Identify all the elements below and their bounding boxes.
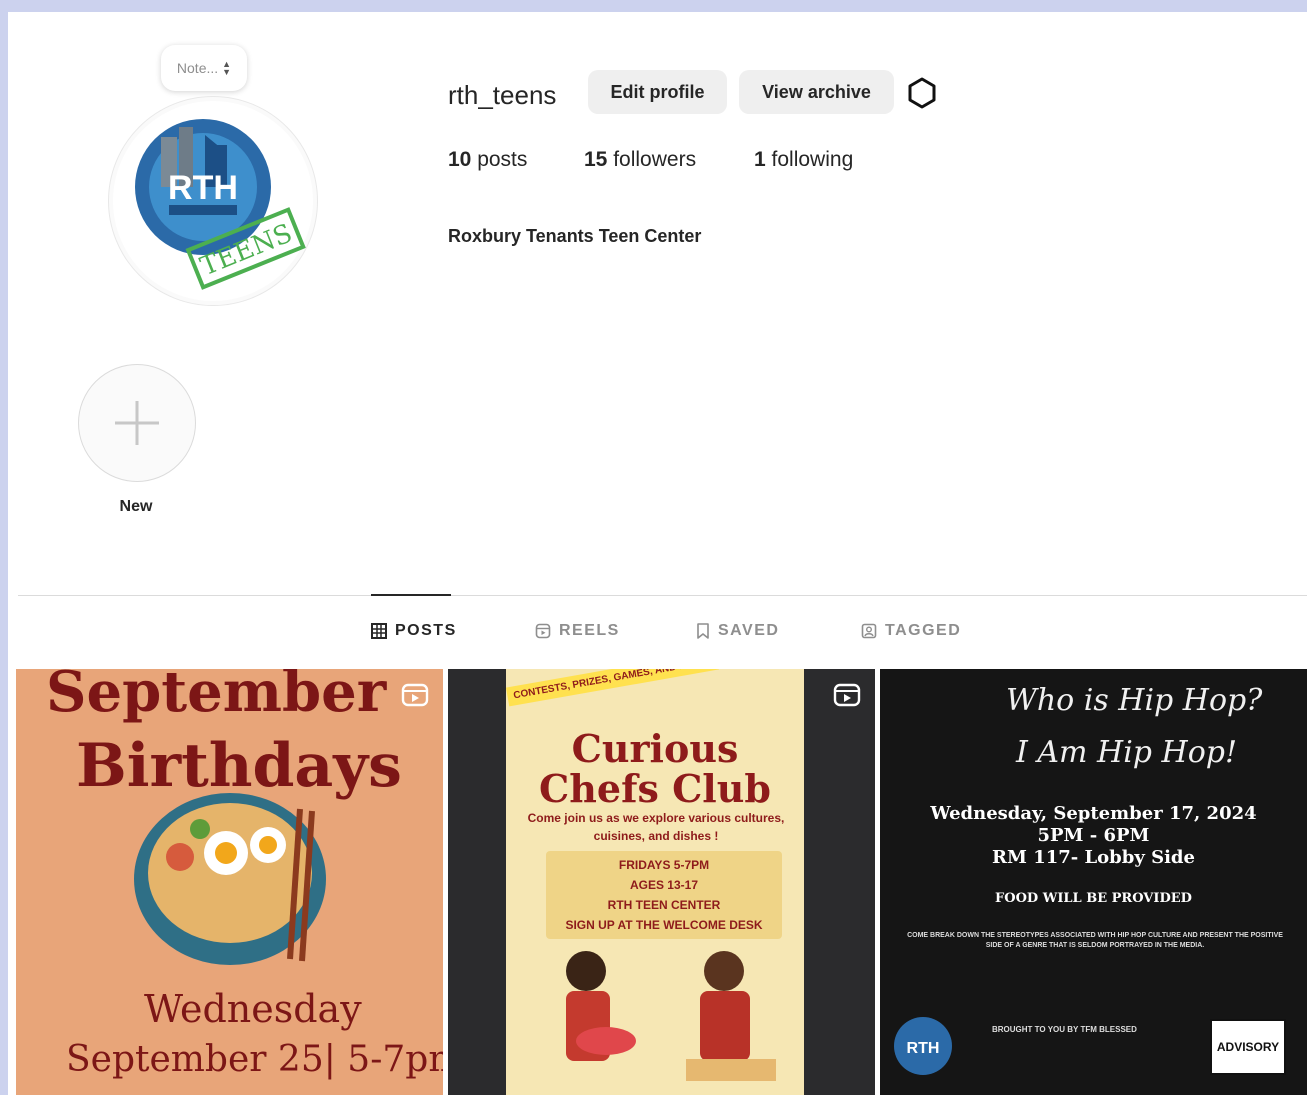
avatar-logo-text: RTH [168, 169, 238, 207]
post-hip-hop-event[interactable]: Who is Hip Hop? I Am Hip Hop! Wednesday,… [880, 669, 1307, 1095]
rth-logo-icon: RTH TEENS [135, 119, 306, 290]
note-bubble[interactable]: Note... ▲ ▼ [161, 45, 247, 91]
following-stat[interactable]: 1 following [754, 148, 853, 172]
following-label: following [771, 148, 854, 171]
plus-icon [115, 401, 159, 445]
ramen-bowl-icon [134, 793, 326, 965]
flyer-details: FRIDAYS 5-7PM AGES 13-17 RTH TEEN CENTER… [546, 851, 782, 939]
note-stepper-icon: ▲ ▼ [222, 59, 232, 77]
posts-label: posts [477, 148, 528, 171]
flyer-title-line1: Curious [571, 726, 739, 771]
event-date: Wednesday, September 17, 2024 [930, 803, 1257, 824]
profile-page: Note... ▲ ▼ RTH TEENS rth_teens Edit prof… [8, 12, 1307, 1095]
small-logo-text: RTH [907, 1040, 940, 1057]
advisory-label: ADVISORY [1210, 1019, 1286, 1075]
tagged-icon [861, 623, 877, 639]
grid-icon [371, 623, 387, 639]
bookmark-icon [697, 623, 709, 639]
post-september-birthdays[interactable]: September Birthdays Wednesday September … [16, 669, 443, 1095]
tabs-divider [18, 595, 1307, 596]
flyer-detail-line: FRIDAYS 5-7PM [618, 858, 710, 872]
tab-tagged-label: TAGGED [885, 622, 962, 639]
reel-badge-icon [833, 683, 861, 707]
profile-avatar[interactable]: RTH TEENS [108, 96, 318, 306]
rth-small-logo-icon: RTH [894, 1017, 952, 1075]
tab-posts-label: POSTS [395, 622, 457, 639]
followers-label: followers [613, 148, 697, 171]
flyer-detail-line: RTH TEEN CENTER [607, 898, 721, 912]
post-title-line1: September [46, 669, 387, 725]
event-description: COME BREAK DOWN THE STEREOTYPES ASSOCIAT… [907, 932, 1283, 949]
bio-name: Roxbury Tenants Teen Center [448, 226, 702, 246]
posts-count: 10 [448, 148, 472, 171]
reels-icon [535, 623, 551, 639]
event-info: Wednesday, September 17, 2024 5PM - 6PM … [880, 803, 1307, 869]
posts-stat[interactable]: 10 posts [448, 148, 527, 172]
flyer-title-line2: Chefs Club [539, 766, 771, 811]
new-highlight-button[interactable] [78, 364, 196, 482]
note-placeholder: Note... [176, 60, 219, 76]
tab-reels[interactable]: REELS [535, 622, 620, 640]
post-date-time: September 25| 5-7pm [66, 1039, 443, 1080]
tab-saved[interactable]: SAVED [696, 622, 779, 640]
event-time: 5PM - 6PM [1037, 825, 1150, 846]
event-room: RM 117- Lobby Side [992, 847, 1195, 868]
followers-stat[interactable]: 15 followers [584, 148, 696, 172]
event-food: FOOD WILL BE PROVIDED [995, 891, 1192, 906]
new-highlight-label: New [119, 498, 153, 515]
post-day: Wednesday [144, 987, 362, 1031]
tab-tagged[interactable]: TAGGED [861, 622, 961, 640]
username: rth_teens [448, 80, 557, 110]
chefs-illustration-icon [566, 951, 776, 1081]
flyer-subtitle: Come join us as we explore various cultu… [514, 809, 798, 845]
edit-profile-button[interactable]: Edit profile [588, 70, 727, 114]
tab-posts[interactable]: POSTS [371, 622, 457, 640]
flyer-detail-line: AGES 13-17 [629, 878, 699, 892]
following-count: 1 [754, 148, 766, 171]
active-tab-indicator [371, 594, 451, 596]
view-archive-button[interactable]: View archive [739, 70, 894, 114]
hiphop-question: Who is Hip Hop? [1006, 683, 1263, 718]
tab-saved-label: SAVED [718, 622, 780, 639]
flyer-title: Curious Chefs Club [506, 729, 804, 809]
reel-badge-icon [401, 683, 429, 707]
flyer-detail-line: SIGN UP AT THE WELCOME DESK [565, 918, 763, 932]
post-curious-chefs-club[interactable]: CONTESTS, PRIZES, GAMES, AND MORE! Curio… [448, 669, 875, 1095]
settings-gear-icon[interactable] [905, 76, 939, 110]
flyer-subtitle-line1: Come join us as we explore various cultu… [527, 811, 785, 825]
hiphop-answer: I Am Hip Hop! [1016, 735, 1238, 770]
tab-reels-label: REELS [559, 622, 620, 639]
event-brought-by: BROUGHT TO YOU BY TFM BLESSED [992, 1025, 1137, 1034]
followers-count: 15 [584, 148, 608, 171]
flyer-subtitle-line2: cuisines, and dishes ! [593, 829, 719, 843]
